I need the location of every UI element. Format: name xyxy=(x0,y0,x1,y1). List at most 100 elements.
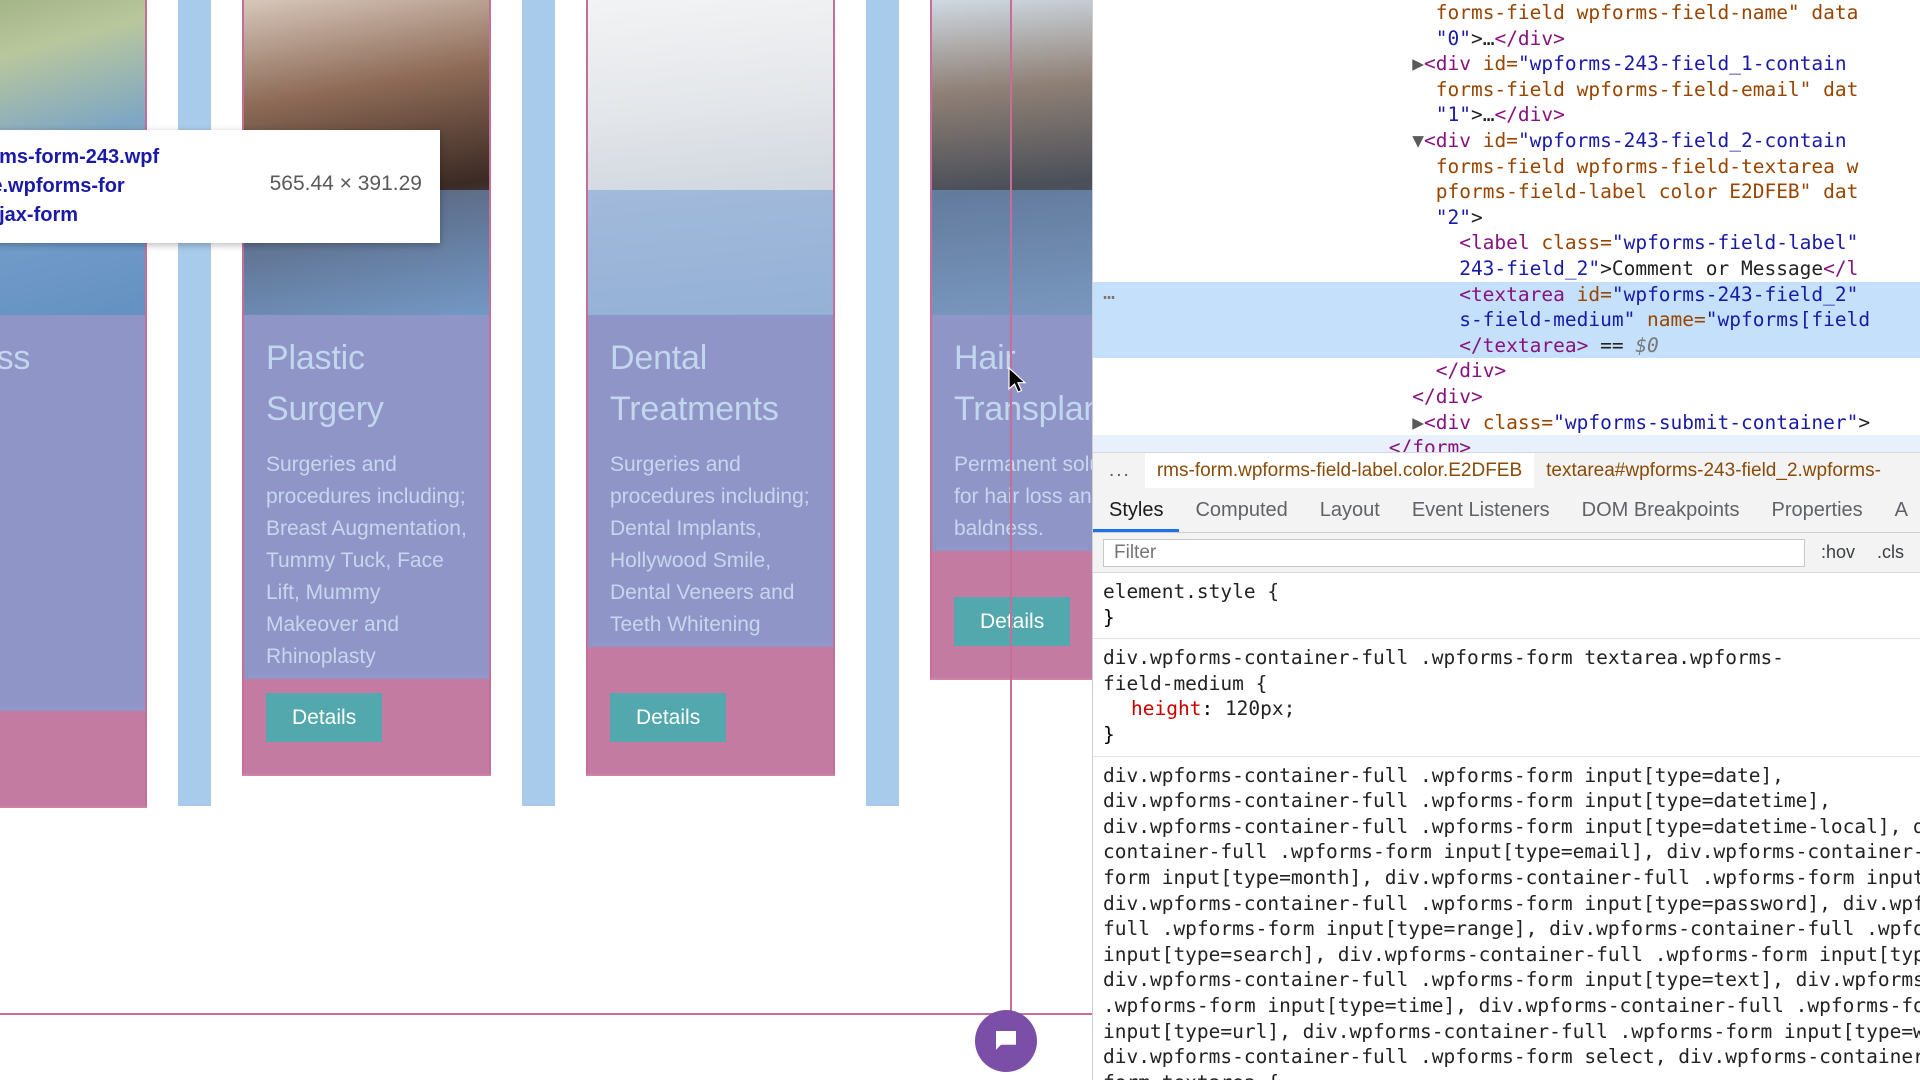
dom-token: > xyxy=(1470,205,1483,229)
dom-token: "wpforms-field-label" xyxy=(1611,231,1859,255)
breadcrumb-item-parent[interactable]: rms-form.wpforms-field-label.color.E2DFE… xyxy=(1144,453,1535,488)
services-cards-row: ht Loss ery s and es ; leeve, ypass, lin… xyxy=(0,0,1092,806)
dom-token: <div xyxy=(1424,128,1483,152)
css-selector[interactable]: element.style { xyxy=(1103,579,1920,605)
css-declaration[interactable]: height: 120px; xyxy=(1103,696,1920,722)
devtools-sidebar-tabs[interactable]: Styles Computed Layout Event Listeners DOM B… xyxy=(1093,488,1920,533)
card-footer: Details xyxy=(588,647,833,774)
dom-token: >Comment or Message xyxy=(1600,256,1824,280)
dom-tree-pane[interactable]: forms-field wpforms-field-name" data "0"… xyxy=(1093,0,1920,452)
tooltip-selector: mm#wpforms-form-243.wpf ns-validate.wpfo… xyxy=(0,143,246,230)
inspected-page-viewport[interactable]: ht Loss ery s and es ; leeve, ypass, lin… xyxy=(0,0,1092,1080)
card-description: Permanent solution for hair loss and bal… xyxy=(954,453,1092,540)
tooltip-selector-line1: mm#wpforms-form-243.wpf xyxy=(0,146,160,168)
css-rule[interactable]: wpforms-fdiv.wpforms-container-full .wpf… xyxy=(1093,639,1920,757)
dom-line-indent xyxy=(1107,180,1436,203)
card-description: s and es ; leeve, ypass, lini nd alloon xyxy=(0,449,123,711)
dom-token: class= xyxy=(1541,231,1612,255)
service-card[interactable]: Hair Transplant Permanent solution for h… xyxy=(930,0,1092,678)
dom-tree-line[interactable]: forms-field wpforms-field-name" data xyxy=(1093,0,1920,26)
dom-line-indent xyxy=(1107,385,1412,408)
cls-toggle-button[interactable]: .cls xyxy=(1871,542,1910,563)
css-property-name[interactable]: height xyxy=(1103,696,1201,722)
tab-label: Layout xyxy=(1319,498,1380,521)
tab-properties[interactable]: Properties xyxy=(1756,488,1879,532)
dom-token: </div> xyxy=(1494,26,1565,50)
dom-token: </l xyxy=(1823,256,1859,280)
dom-token: "wpforms-243-field_1-contain xyxy=(1517,52,1847,76)
tab-a[interactable]: A xyxy=(1879,488,1920,532)
dom-line-ellipsis-icon[interactable]: … xyxy=(1103,280,1115,306)
collapse-triangle-icon[interactable]: ▼ xyxy=(1412,129,1424,152)
page-bottom-strip xyxy=(0,1013,1092,1080)
service-card[interactable]: Dental Treatments Surgeries and procedur… xyxy=(586,0,835,774)
dom-tree-line[interactable]: forms-field wpforms-field-email" dat xyxy=(1093,77,1920,103)
expand-triangle-icon[interactable]: ▶ xyxy=(1412,52,1424,75)
dom-tree-line[interactable]: ▶<div class="wpforms-submit-container"> xyxy=(1093,410,1920,436)
dom-token: "wpforms-243-field_2-contain xyxy=(1517,128,1847,152)
dom-line-indent xyxy=(1107,257,1459,280)
dom-tree-line[interactable]: </textarea> == $0 xyxy=(1093,332,1920,359)
css-rule[interactable]: wpforms-fudiv.wpforms-container-full .wp… xyxy=(1093,757,1920,1080)
css-rule[interactable]: element.style {} xyxy=(1093,573,1920,640)
dom-tree-line[interactable]: </div> xyxy=(1093,384,1920,410)
dom-tree-line[interactable]: <label class="wpforms-field-label" xyxy=(1093,230,1920,256)
css-selector[interactable]: div.wpforms-container-full .wpforms-form… xyxy=(1103,645,1920,696)
expand-triangle-icon[interactable]: ▶ xyxy=(1412,411,1424,434)
styles-filter-input[interactable] xyxy=(1103,538,1805,567)
dom-tree-line[interactable]: "0">…</div> xyxy=(1093,26,1920,52)
details-button[interactable]: Details xyxy=(954,597,1071,646)
css-property-value[interactable]: 120px; xyxy=(1225,697,1295,720)
dom-line-indent xyxy=(1107,27,1436,50)
service-card[interactable]: Plastic Surgery Surgeries and procedures… xyxy=(242,0,491,774)
dom-token: forms-field wpforms-field-name" xyxy=(1435,1,1812,24)
tab-event-listeners[interactable]: Event Listeners xyxy=(1396,488,1566,532)
hov-toggle-button[interactable]: :hov xyxy=(1815,542,1861,563)
card-footer: ls xyxy=(0,711,145,806)
dom-tree-line[interactable]: 243-field_2">Comment or Message</l xyxy=(1093,256,1920,282)
details-button[interactable]: Details xyxy=(266,693,383,742)
tab-layout[interactable]: Layout xyxy=(1304,488,1396,532)
dom-tree-line[interactable]: … <textarea id="wpforms-243-field_2" xyxy=(1093,280,1920,308)
dom-token: forms-field wpforms-field-textarea w xyxy=(1435,154,1859,178)
card-description: Surgeries and procedures including; Dent… xyxy=(610,453,810,636)
service-card[interactable]: ht Loss ery s and es ; leeve, ypass, lin… xyxy=(0,0,147,806)
card-title: Dental Treatments xyxy=(610,339,779,428)
dom-tree-line[interactable]: </div> xyxy=(1093,358,1920,384)
card-body: Plastic Surgery Surgeries and procedures… xyxy=(244,315,489,679)
dom-tree-line[interactable]: "2"> xyxy=(1093,205,1920,231)
dom-tree-line[interactable]: </form> xyxy=(1093,435,1920,452)
dom-tree-line[interactable]: forms-field wpforms-field-textarea w xyxy=(1093,154,1920,180)
dom-tree-line[interactable]: ▶<div id="wpforms-243-field_1-contain xyxy=(1093,51,1920,77)
dom-token: "0" xyxy=(1435,26,1471,50)
tooltip-selector-line3: wpforms-ajax-form xyxy=(0,204,79,226)
tab-computed[interactable]: Computed xyxy=(1179,488,1303,532)
dom-tree-lines: forms-field wpforms-field-name" data "0"… xyxy=(1093,0,1920,452)
tab-label: Computed xyxy=(1195,498,1288,521)
dom-tree-line[interactable]: "1">…</div> xyxy=(1093,102,1920,128)
dom-line-indent xyxy=(1107,103,1436,126)
breadcrumb[interactable]: ... rms-form.wpforms-field-label.color.E… xyxy=(1093,452,1920,488)
dom-tree-line[interactable]: s-field-medium" name="wpforms[field xyxy=(1093,307,1920,333)
dom-token: id= xyxy=(1576,282,1612,306)
breadcrumb-item-current[interactable]: textarea#wpforms-243-field_2.wpforms- xyxy=(1534,453,1893,488)
dom-token: <label xyxy=(1459,231,1542,255)
dom-token: class= xyxy=(1482,410,1554,434)
styles-rules-pane[interactable]: element.style {}wpforms-fdiv.wpforms-con… xyxy=(1093,573,1920,1080)
card-title: ht Loss ery xyxy=(0,339,31,377)
css-selector[interactable]: div.wpforms-container-full .wpforms-form… xyxy=(1103,763,1920,1080)
breadcrumb-ellipsis[interactable]: ... xyxy=(1093,460,1145,482)
tab-styles[interactable]: Styles xyxy=(1093,488,1179,532)
dom-token: dat xyxy=(1823,180,1859,204)
dom-token: s-field-medium" xyxy=(1459,308,1648,332)
card-photo xyxy=(932,0,1092,315)
dom-tree-line[interactable]: ▼<div id="wpforms-243-field_2-contain xyxy=(1093,128,1920,154)
dom-tree-line[interactable]: pforms-field-label color E2DFEB" dat xyxy=(1093,179,1920,205)
styles-filter-row[interactable]: :hov .cls xyxy=(1093,533,1920,573)
chat-bubble-icon[interactable] xyxy=(975,1010,1037,1072)
dom-line-indent xyxy=(1107,411,1412,434)
devtools-panel[interactable]: forms-field wpforms-field-name" data "0"… xyxy=(1092,0,1920,1080)
details-button[interactable]: Details xyxy=(610,693,727,742)
dom-token: </div> xyxy=(1412,384,1483,408)
tab-dom-breakpoints[interactable]: DOM Breakpoints xyxy=(1566,488,1756,532)
